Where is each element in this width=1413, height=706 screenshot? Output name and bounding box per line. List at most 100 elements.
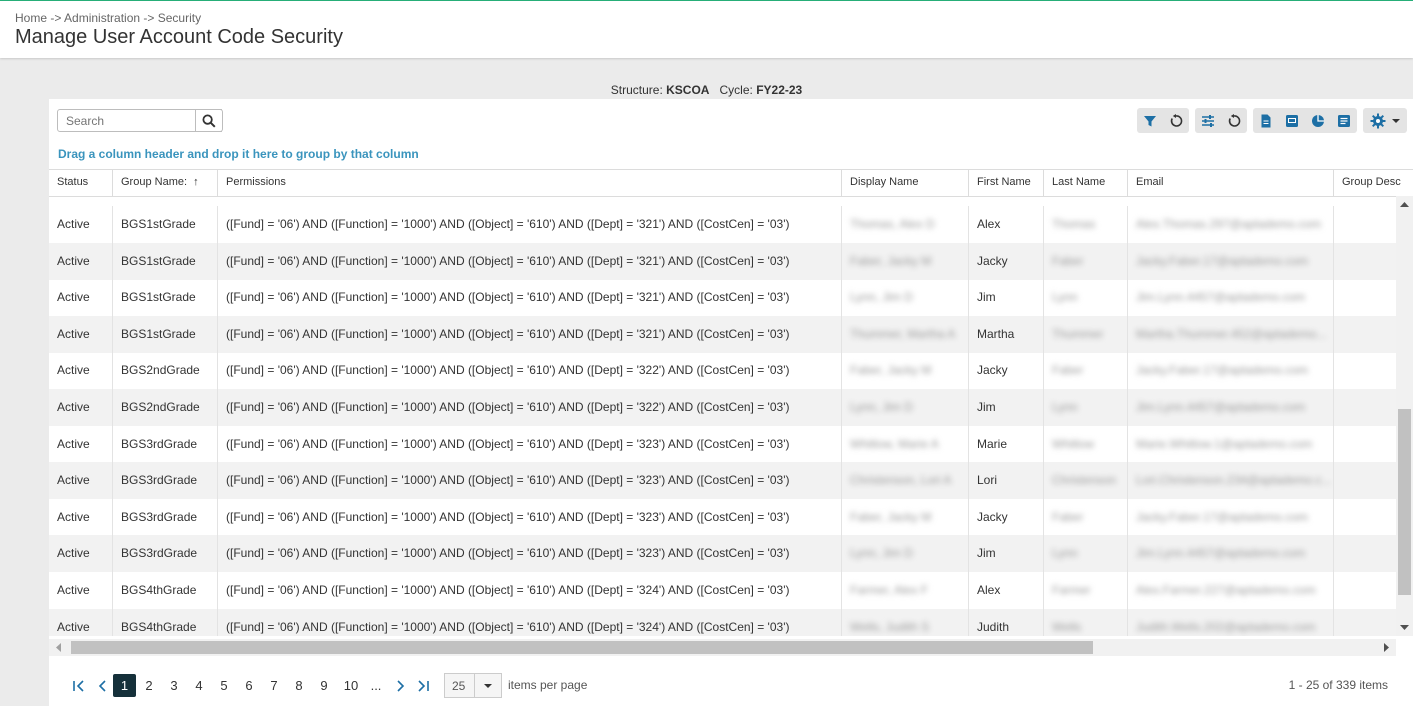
column-header-status[interactable]: Status [49, 170, 112, 196]
column-header-email[interactable]: Email [1127, 170, 1333, 196]
scroll-right-arrow-icon [1384, 643, 1389, 652]
table-row[interactable]: Active BGS3rdGrade ([Fund] = '06') AND ([F… [49, 462, 1396, 500]
cell-permissions: ([Fund] = '06') AND ([Function] = '1000'… [217, 389, 841, 426]
cell-email: Marie.Whitlow.1@aptademo.com [1127, 425, 1333, 463]
cell-last-name-text: Farmer [1052, 583, 1091, 597]
page-size-dropdown-button[interactable] [474, 674, 501, 697]
table-row[interactable]: Active BGS3rdGrade ([Fund] = '06') AND ([F… [49, 425, 1396, 463]
cell-last-name: Faber [1043, 498, 1127, 536]
table-row[interactable]: Active BGS4thGrade ([Fund] = '06') AND ([F… [49, 608, 1396, 636]
column-header-last-name[interactable]: Last Name [1043, 170, 1127, 196]
last-page-button[interactable] [413, 674, 433, 697]
previous-page-button[interactable] [93, 674, 113, 697]
cell-group-name-text: BGS3rdGrade [121, 436, 198, 451]
cell-display-name-text: Thummer, Martha A [850, 326, 956, 341]
table-row[interactable]: Active BGS1stGrade ([Fund] = '06') AND ([F… [49, 315, 1396, 353]
page-button-4[interactable]: 4 [189, 674, 209, 697]
column-settings-group [1195, 108, 1247, 133]
cell-email-text: Jim.Lynn.4457@aptademo.com [1136, 290, 1306, 305]
pager-info: 1 - 25 of 339 items [1288, 678, 1388, 692]
cell-email: Lori.Christenson.234@aptademo.c... [1127, 462, 1333, 500]
reset-filter-button[interactable] [1163, 108, 1189, 133]
table-row[interactable]: Active BGS2ndGrade ([Fund] = '06') AND ([F… [49, 352, 1396, 390]
cell-last-name-text: Lynn [1052, 546, 1078, 561]
cell-last-name-text: Lynn [1052, 400, 1078, 414]
cell-first-name: Jacky [968, 498, 1043, 536]
table-row[interactable]: Active BGS1stGrade ([Fund] = '06') AND ([F… [49, 279, 1396, 317]
cell-group-name-text: BGS2ndGrade [121, 363, 200, 378]
table-row[interactable]: Active BGS4thGrade ([Fund] = '06') AND ([F… [49, 572, 1396, 609]
breadcrumb[interactable]: Home -> Administration -> Security [15, 11, 201, 25]
column-header-group-name[interactable]: Group Name: ↑ [112, 170, 217, 196]
cell-group-name-text: BGS1stGrade [121, 253, 196, 268]
cell-display-name: Faber, Jacky M [841, 498, 968, 536]
cycle-value: FY22-23 [756, 83, 803, 97]
horizontal-scrollbar-thumb[interactable] [71, 641, 1093, 654]
table-row[interactable]: Active BGS1stGrade ([Fund] = '06') AND ([F… [49, 206, 1396, 243]
page-title: Manage User Account Code Security [15, 26, 343, 48]
cell-email-text: Martha.Thummer.452@aptademo... [1136, 326, 1327, 341]
cell-email-text: Jacky.Faber.17@aptademo.com [1136, 509, 1309, 524]
cell-display-name-text: Wells, Judith S [850, 619, 930, 634]
first-page-button[interactable] [69, 674, 89, 697]
cell-last-name-text: Faber [1052, 253, 1084, 268]
cell-permissions: ([Fund] = '06') AND ([Function] = '1000'… [217, 315, 841, 353]
items-per-page-label: items per page [508, 678, 588, 692]
cell-last-name: Faber [1043, 352, 1127, 390]
more-pages-button[interactable]: ... [364, 674, 388, 697]
page-header: Home -> Administration -> Security Manag… [0, 1, 1413, 58]
page-button-6[interactable]: 6 [239, 674, 259, 697]
column-header-group-desc[interactable]: Group Desc [1333, 170, 1413, 196]
cell-permissions: ([Fund] = '06') AND ([Function] = '1000'… [217, 206, 841, 243]
reset-columns-button[interactable] [1221, 108, 1247, 133]
horizontal-scrollbar[interactable] [49, 639, 1396, 656]
table-row[interactable]: Active BGS2ndGrade ([Fund] = '06') AND ([F… [49, 389, 1396, 426]
search-button[interactable] [195, 109, 223, 132]
document-icon [1261, 114, 1271, 127]
page-size-select[interactable]: 25 [444, 673, 502, 698]
cell-group-desc [1333, 535, 1396, 573]
table-row[interactable]: Active BGS3rdGrade ([Fund] = '06') AND ([F… [49, 498, 1396, 536]
page-button-9[interactable]: 9 [314, 674, 334, 697]
cell-group-name: BGS1stGrade [112, 206, 217, 243]
page-button-3[interactable]: 3 [164, 674, 184, 697]
cell-group-name: BGS4thGrade [112, 572, 217, 609]
column-header-permissions[interactable]: Permissions [217, 170, 841, 196]
report-button[interactable] [1331, 108, 1357, 133]
next-page-button[interactable] [390, 674, 410, 697]
page-button-10[interactable]: 10 [339, 674, 363, 697]
page-button-8[interactable]: 8 [289, 674, 309, 697]
cell-display-name: Lynn, Jim D [841, 389, 968, 426]
cell-display-name: Whitlow, Marie A [841, 425, 968, 463]
export-pdf-button[interactable] [1279, 108, 1305, 133]
table-row[interactable]: Active BGS3rdGrade ([Fund] = '06') AND ([F… [49, 535, 1396, 573]
vertical-scrollbar-thumb[interactable] [1398, 409, 1411, 595]
filter-button[interactable] [1137, 108, 1163, 133]
chart-button[interactable] [1305, 108, 1331, 133]
group-by-drop-zone[interactable]: Drag a column header and drop it here to… [58, 147, 419, 161]
page-button-1[interactable]: 1 [113, 674, 136, 697]
cell-first-name-text: Jim [977, 290, 996, 305]
cell-first-name-text: Jacky [977, 253, 1008, 268]
search-icon [202, 114, 216, 128]
page-button-2[interactable]: 2 [139, 674, 159, 697]
table-row[interactable]: Active BGS1stGrade ([Fund] = '06') AND ([F… [49, 242, 1396, 280]
settings-menu-button[interactable] [1363, 108, 1407, 133]
cell-email-text: Jacky.Faber.17@aptademo.com [1136, 253, 1309, 268]
cell-permissions-text: ([Fund] = '06') AND ([Function] = '1000'… [226, 473, 790, 488]
cell-permissions-text: ([Fund] = '06') AND ([Function] = '1000'… [226, 619, 790, 634]
cell-group-name: BGS3rdGrade [112, 425, 217, 463]
cell-first-name-text: Marie [977, 436, 1008, 451]
cell-first-name: Jim [968, 279, 1043, 317]
vertical-scrollbar[interactable] [1396, 196, 1413, 636]
cell-group-desc [1333, 608, 1396, 636]
cell-group-desc [1333, 572, 1396, 609]
page-button-7[interactable]: 7 [264, 674, 284, 697]
column-header-first-name[interactable]: First Name [968, 170, 1043, 196]
export-document-button[interactable] [1253, 108, 1279, 133]
cell-first-name: Jacky [968, 242, 1043, 280]
column-header-display-name[interactable]: Display Name [841, 170, 968, 196]
cell-permissions: ([Fund] = '06') AND ([Function] = '1000'… [217, 608, 841, 636]
page-button-5[interactable]: 5 [214, 674, 234, 697]
column-settings-button[interactable] [1195, 108, 1221, 133]
